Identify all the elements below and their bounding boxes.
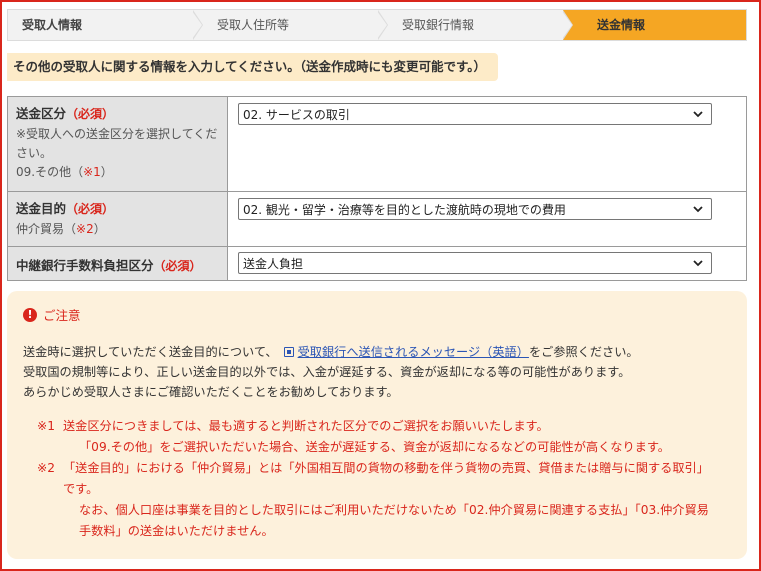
message-link[interactable]: 受取銀行へ送信されるメッセージ（英語）: [298, 345, 529, 359]
step-label: 受取人住所等: [217, 18, 290, 32]
chevron-right-icon: [192, 10, 203, 40]
select-value: 送金人負担: [243, 256, 304, 271]
step-label: 受取人情報: [22, 18, 83, 32]
notice-footnotes: ※1 送金区分につきましては、最も適すると判断された区分でのご選択をお願いいたし…: [23, 416, 731, 542]
required-badge: （必須）: [153, 259, 202, 273]
fee-bearer-select[interactable]: 送金人負担: [238, 252, 712, 274]
note-mark: ※1: [83, 165, 101, 179]
field-label-cell: 中継銀行手数料負担区分（必須）: [8, 247, 228, 280]
notice-body: 送金時に選択していただく送金目的について、 受取銀行へ送信されるメッセージ（英語）…: [23, 342, 731, 402]
chevron-down-icon: [693, 260, 703, 267]
field-label: 送金区分: [16, 106, 67, 121]
notice-line: 送金時に選択していただく送金目的について、 受取銀行へ送信されるメッセージ（英語）…: [23, 342, 731, 362]
note-text: ）: [93, 222, 106, 236]
remittance-form: 送金区分（必須） ※受取人への送金区分を選択してください。 09.その他（※1）…: [7, 96, 747, 281]
field-note: 09.その他（※1）: [16, 163, 219, 182]
note-mark: ※2: [76, 222, 94, 236]
chevron-right-icon: [562, 10, 573, 40]
notice-text: 送金時に選択していただく送金目的について、: [23, 345, 278, 359]
progress-stepper: 受取人情報 受取人住所等 受取銀行情報 送金情報: [7, 9, 747, 41]
field-label-cell: 送金区分（必須） ※受取人への送金区分を選択してください。 09.その他（※1）: [8, 97, 228, 191]
required-badge: （必須）: [66, 202, 115, 216]
field-value-cell: 02. サービスの取引: [228, 97, 746, 191]
field-note: ※受取人への送金区分を選択してください。: [16, 127, 218, 160]
field-label: 送金目的: [16, 201, 67, 216]
footnote-1-cont: 「09.その他」をご選択いただいた場合、送金が遅延する、資金が返却になるなどの可…: [79, 440, 670, 454]
field-note: 仲介貿易（※2）: [16, 220, 219, 239]
footnote-text: 送金区分につきましては、最も適すると判断された区分でのご選択をお願いいたします。: [63, 419, 549, 433]
step-remittance-info: 送金情報: [563, 10, 746, 40]
form-row-purpose: 送金目的（必須） 仲介貿易（※2） 02. 観光・留学・治療等を目的とした渡航時…: [8, 192, 746, 247]
note-text: ）: [100, 165, 113, 179]
note-text: 09.その他（: [16, 165, 84, 179]
footnote-2-cont: なお、個人口座は事業を目的とした取引にはご利用いただけないため「02.仲介貿易に…: [79, 503, 709, 538]
purpose-class-select[interactable]: 02. サービスの取引: [238, 103, 712, 125]
required-badge: （必須）: [66, 107, 115, 121]
form-row-fee: 中継銀行手数料負担区分（必須） 送金人負担: [8, 247, 746, 280]
field-value-cell: 02. 観光・留学・治療等を目的とした渡航時の現地での費用: [228, 192, 746, 246]
chevron-right-icon: [377, 10, 388, 40]
note-text: 仲介貿易（: [16, 222, 77, 236]
chevron-down-icon: [693, 111, 703, 118]
alert-icon: !: [23, 307, 37, 322]
step-recipient-info: 受取人情報: [8, 10, 203, 40]
step-label: 送金情報: [597, 18, 646, 32]
notice-text: をご参照ください。: [528, 345, 639, 359]
notice-title: ご注意: [43, 308, 81, 323]
footnote-2: ※2 「送金目的」における「仲介貿易」とは「外国相互間の貨物の移動を伴う貨物の売…: [23, 458, 731, 500]
select-value: 02. 観光・留学・治療等を目的とした渡航時の現地での費用: [243, 202, 566, 217]
footnote-text: 「送金目的」における「仲介貿易」とは「外国相互間の貨物の移動を伴う貨物の売買、貸…: [63, 461, 709, 496]
purpose-select[interactable]: 02. 観光・留学・治療等を目的とした渡航時の現地での費用: [238, 198, 712, 220]
footnote-1: ※1 送金区分につきましては、最も適すると判断された区分でのご選択をお願いいたし…: [23, 416, 731, 437]
step-bank-info: 受取銀行情報: [378, 10, 573, 40]
form-row-purpose-class: 送金区分（必須） ※受取人への送金区分を選択してください。 09.その他（※1）…: [8, 97, 746, 192]
select-value: 02. サービスの取引: [243, 107, 350, 122]
chevron-down-icon: [693, 206, 703, 213]
footnote-mark: ※1: [37, 419, 55, 433]
field-label-cell: 送金目的（必須） 仲介貿易（※2）: [8, 192, 228, 246]
intro-banner: その他の受取人に関する情報を入力してください。（送金作成時にも変更可能です。）: [7, 53, 499, 81]
step-recipient-address: 受取人住所等: [193, 10, 388, 40]
step-label: 受取銀行情報: [402, 18, 475, 32]
field-value-cell: 送金人負担: [228, 247, 746, 280]
notice-header: ! ご注意: [23, 305, 731, 324]
footnote-mark: ※2: [37, 461, 55, 475]
field-label: 中継銀行手数料負担区分: [16, 258, 154, 273]
notice-box: ! ご注意 送金時に選択していただく送金目的について、 受取銀行へ送信されるメッセ…: [7, 291, 747, 559]
notice-line: 受取国の規制等により、正しい送金目的以外では、入金が遅延する、資金が返却になる等…: [23, 365, 631, 379]
notice-line: あらかじめ受取人さまにご確認いただくことをお勧めしております。: [23, 385, 399, 399]
external-link-icon: [283, 347, 294, 357]
